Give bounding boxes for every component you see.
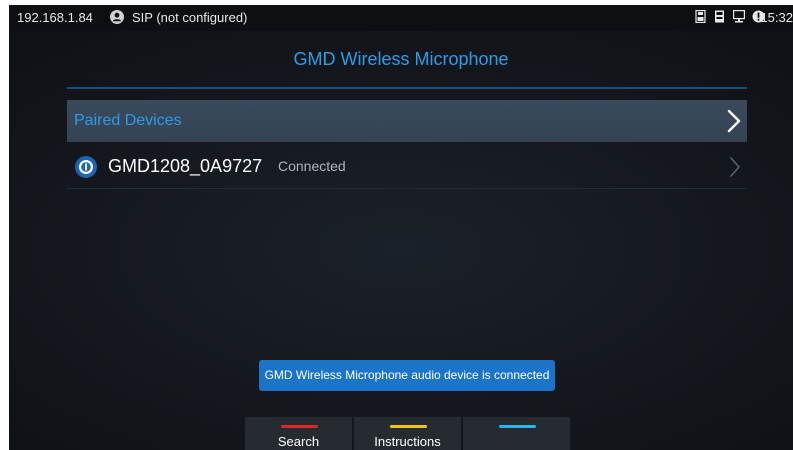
instructions-softkey[interactable]: Instructions: [354, 417, 461, 450]
status-icons: [695, 9, 765, 24]
softkey-bar: Search Instructions: [245, 417, 570, 450]
red-key-indicator: [280, 425, 318, 428]
search-softkey[interactable]: Search: [245, 417, 352, 450]
page-title: GMD Wireless Microphone: [293, 49, 509, 69]
instructions-softkey-label: Instructions: [374, 434, 441, 449]
network-icon: [733, 10, 746, 23]
chevron-right-icon: [727, 109, 741, 138]
chevron-right-icon: [729, 156, 741, 183]
storage-icon: [714, 10, 725, 23]
status-bar: 192.168.1.84 SIP (not configured) 15:32: [9, 5, 793, 31]
account-icon: [110, 10, 124, 24]
sd-card-icon: [695, 9, 706, 24]
yellow-key-indicator: [389, 425, 427, 428]
device-screen: 192.168.1.84 SIP (not configured) 15:32 …: [9, 5, 793, 450]
title-divider: [67, 87, 747, 89]
microphone-device-icon: [75, 156, 97, 178]
toast-notification: GMD Wireless Microphone audio device is …: [259, 360, 555, 391]
device-name: GMD1208_0A9727: [108, 156, 263, 176]
search-softkey-label: Search: [277, 434, 320, 449]
device-status: Connected: [278, 158, 346, 174]
paired-devices-label: Paired Devices: [74, 112, 182, 129]
blue-key-indicator: [498, 425, 536, 428]
ip-address: 192.168.1.84: [17, 10, 93, 25]
sip-status: SIP (not configured): [132, 10, 248, 25]
clock: 15:32: [760, 10, 793, 25]
blue-softkey[interactable]: [463, 417, 570, 450]
device-row[interactable]: GMD1208_0A9727 Connected: [67, 146, 747, 189]
paired-devices-row[interactable]: Paired Devices: [67, 100, 747, 142]
